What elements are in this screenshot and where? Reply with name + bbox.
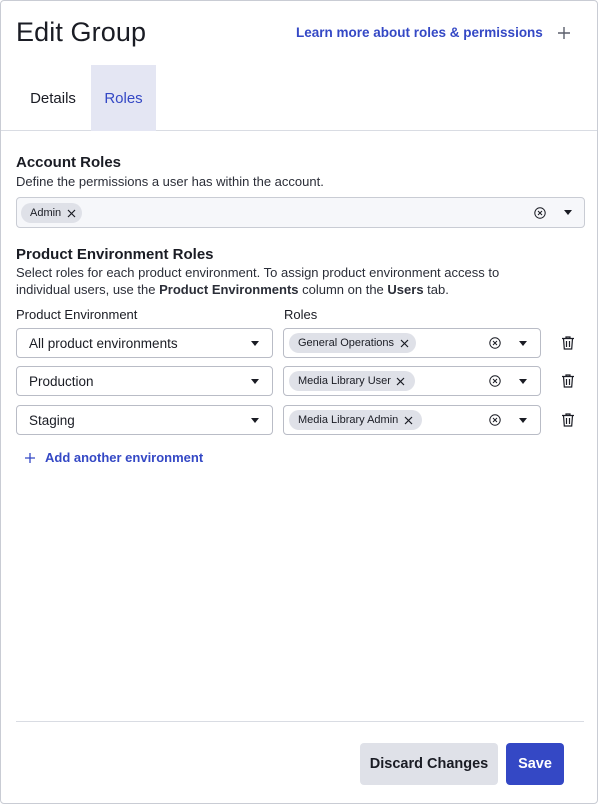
close-icon[interactable]: [395, 375, 407, 387]
caret-down-icon[interactable]: [519, 418, 527, 423]
environment-select[interactable]: All product environments: [16, 328, 273, 358]
environment-select[interactable]: Production: [16, 366, 273, 396]
add-environment-button[interactable]: Add another environment: [25, 450, 203, 465]
role-chip: General Operations: [289, 333, 416, 353]
roles-select[interactable]: General Operations: [283, 328, 541, 358]
caret-down-icon[interactable]: [564, 210, 572, 215]
chip-label: General Operations: [298, 337, 394, 349]
save-button[interactable]: Save: [506, 743, 564, 785]
environment-value: Staging: [29, 412, 75, 428]
plus-icon[interactable]: [553, 22, 575, 44]
column-label-environment: Product Environment: [16, 307, 138, 322]
discard-changes-button[interactable]: Discard Changes: [360, 743, 498, 785]
roles-select[interactable]: Media Library Admin: [283, 405, 541, 435]
caret-down-icon[interactable]: [519, 379, 527, 384]
tab-roles[interactable]: Roles: [91, 65, 156, 131]
chip-label: Media Library Admin: [298, 414, 399, 426]
clear-circle-icon[interactable]: [489, 375, 501, 387]
product-env-roles-title: Product Environment Roles: [16, 246, 214, 263]
page-title: Edit Group: [16, 17, 147, 47]
column-label-roles: Roles: [284, 307, 318, 322]
role-chip: Media Library User: [289, 371, 415, 391]
caret-down-icon[interactable]: [251, 379, 259, 384]
learn-more-link[interactable]: Learn more about roles & permissions: [296, 25, 543, 40]
tab-bar: Details Roles: [1, 65, 597, 131]
caret-down-icon[interactable]: [251, 341, 259, 346]
trash-icon[interactable]: [560, 335, 576, 351]
chip-label: Media Library User: [298, 375, 391, 387]
trash-icon[interactable]: [560, 373, 576, 389]
footer-divider: [16, 721, 584, 722]
header: Edit Group Learn more about roles & perm…: [1, 1, 597, 65]
caret-down-icon[interactable]: [519, 341, 527, 346]
environment-value: All product environments: [29, 335, 178, 351]
plus-icon: [25, 452, 35, 463]
add-environment-label: Add another environment: [45, 450, 204, 465]
clear-circle-icon[interactable]: [489, 414, 501, 426]
close-icon[interactable]: [398, 337, 410, 349]
account-roles-description: Define the permissions a user has within…: [16, 174, 324, 189]
caret-down-icon[interactable]: [251, 418, 259, 423]
environment-select[interactable]: Staging: [16, 405, 273, 435]
product-env-roles-description: Select roles for each product environmen…: [16, 265, 500, 297]
close-icon[interactable]: [402, 414, 414, 426]
environment-value: Production: [29, 373, 94, 389]
role-chip: Media Library Admin: [289, 410, 422, 430]
edit-group-panel: Edit Group Learn more about roles & perm…: [0, 0, 598, 804]
account-roles-title: Account Roles: [16, 154, 122, 171]
clear-circle-icon[interactable]: [489, 337, 501, 349]
account-roles-multiselect[interactable]: Admin: [16, 197, 585, 228]
tab-details[interactable]: Details: [16, 65, 90, 131]
role-chip-admin: Admin: [21, 203, 82, 223]
roles-select[interactable]: Media Library User: [283, 366, 541, 396]
chip-label: Admin: [30, 207, 62, 219]
trash-icon[interactable]: [560, 412, 576, 428]
close-icon[interactable]: [65, 207, 77, 219]
clear-circle-icon[interactable]: [534, 207, 546, 219]
